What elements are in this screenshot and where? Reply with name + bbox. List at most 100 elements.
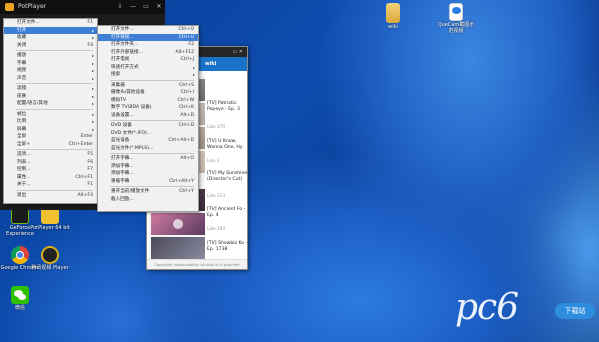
video-title[interactable]: [TV] U Know, Wanna One, Hy [207, 139, 249, 150]
play-icon [173, 219, 183, 229]
submenu-arrow-icon: ▸ [91, 119, 94, 124]
menu-item[interactable]: 数字 TV(BDA 设备) Ctrl+K [98, 104, 198, 112]
menu-item-label: 皮肤 [17, 93, 27, 99]
desktop-icon-wechat[interactable]: 微信 [0, 286, 40, 311]
menu-item-label: 全屏 [17, 134, 27, 139]
menu-item[interactable]: 字幕 ▸ [4, 60, 97, 68]
menu-item[interactable]: 视频 ▸ [4, 67, 97, 75]
desktop-icon-wiki[interactable]: wiki [373, 3, 413, 30]
menu-item-label: 声音 [17, 75, 27, 81]
menu-item[interactable]: 快速打开方式 ▸ [98, 64, 198, 72]
menu-item[interactable]: 关于... F1 [4, 181, 97, 189]
menu-item[interactable]: 采集器 Ctrl+S [98, 82, 198, 90]
menu-item[interactable]: 打开电视 Ctrl+J [98, 56, 198, 64]
video-title[interactable]: [TV] Showbiz Ko - Ep. 1738 [207, 241, 249, 252]
menu-item[interactable]: 重载字幕 Ctrl+Alt+Y [98, 178, 198, 186]
menu-item-label: 打开链接... [111, 34, 134, 40]
desktop-icon-quecam[interactable]: QueCam截图示范视频 [436, 3, 476, 34]
menu-item[interactable]: 添加字幕... [98, 170, 198, 178]
menu-item-label: 截入回放... [111, 196, 134, 202]
menu-item[interactable]: 全屏+ Ctrl+Enter [4, 141, 97, 149]
menu-item-shortcut: Ctrl+K [178, 105, 194, 110]
watermark-text: pc6 [455, 287, 519, 328]
menu-item-shortcut: Alt+D [180, 112, 194, 118]
minimize-icon[interactable]: — [127, 0, 139, 14]
menu-item-label: 选项... [17, 152, 31, 157]
menu-item[interactable]: 控制... F7 [4, 166, 97, 174]
menu-item-label: 属性... [17, 174, 31, 180]
menu-item-shortcut: Ctrl+F1 [75, 174, 93, 180]
menu-item[interactable]: 比例 ▸ [4, 118, 97, 126]
desktop-icon-player[interactable]: 腾讯视频 Player [30, 246, 70, 271]
close-icon[interactable]: ✕ [153, 0, 165, 14]
watermark-badge: 下载站 [555, 303, 595, 319]
menu-item[interactable]: DVD 设备 Ctrl+D [98, 122, 198, 130]
menu-item-label: 打开 [17, 27, 27, 33]
menu-item[interactable]: 模拟TV Ctrl+W [98, 97, 198, 105]
menu-separator [110, 79, 194, 81]
menu-item[interactable]: 屏幕 ▸ [4, 126, 97, 134]
menu-item[interactable]: 皮肤 ▸ [4, 93, 97, 101]
pin-icon[interactable]: ⇩ [114, 0, 126, 14]
menu-item[interactable]: 打开外部链接... Alt+F12 [98, 49, 198, 57]
menu-item-shortcut: Ctrl+W [177, 97, 194, 103]
menu-item[interactable]: 打开文件... Ctrl+O [98, 26, 198, 34]
menu-item[interactable]: 摄像头/其他设备 Ctrl+I [98, 89, 198, 97]
menu-item[interactable]: 选项... F5 [4, 151, 97, 159]
menu-item[interactable]: 打开链接... Ctrl+U [98, 33, 198, 41]
menu-item-label: 打开文件... [111, 27, 134, 32]
submenu-arrow-icon: ▸ [192, 64, 195, 70]
maximize-icon[interactable]: ▭ [140, 0, 152, 14]
menu-item[interactable]: 属性... Ctrl+F1 [4, 174, 97, 182]
menu-item-label: 比例 [17, 119, 27, 124]
video-thumbnail[interactable] [151, 213, 205, 235]
menu-item[interactable]: 添加字幕... [98, 163, 198, 171]
menu-item[interactable]: 截入回放... [98, 196, 198, 204]
menu-item-label: 字幕 [17, 60, 27, 66]
menu-item[interactable]: 打开字幕... Alt+O [98, 155, 198, 163]
open-submenu: 打开文件... Ctrl+O 打开链接... Ctrl+U 打开文件夹... F2 打开外部… [97, 25, 199, 212]
title-bar[interactable]: PotPlayer ⇩ — ▭ ✕ [0, 0, 165, 14]
menu-item-label: 配置/语言/其他 [17, 101, 48, 106]
menu-item[interactable]: 帧位 ▸ [4, 111, 97, 119]
menu-item[interactable]: DVD 文件(*.IFO)... [98, 130, 198, 138]
menu-item-label: DVD 文件(*.IFO)... [111, 130, 152, 136]
menu-item-shortcut: Alt+O [180, 156, 194, 161]
menu-item[interactable]: 播放 ▸ [4, 52, 97, 60]
menu-item-label: 打开文件... [17, 20, 40, 25]
video-title[interactable]: [TV] My Sunshine (Director's Cut) [207, 171, 249, 182]
menu-item[interactable]: 退出 Alt+F4 [4, 192, 97, 200]
video-title[interactable]: [TV] Patriotic Popeye - Ep. 3 [207, 101, 249, 112]
menu-item-shortcut: Ctrl+Alt+D [168, 138, 194, 143]
menu-item[interactable]: 全屏 Enter [4, 133, 97, 141]
menu-item[interactable]: 列表... F6 [4, 159, 97, 167]
menu-item[interactable]: 关闭 F4 [4, 42, 97, 50]
menu-item-label: 列表... [17, 159, 31, 165]
menu-item[interactable]: 打开文件夹... F2 [98, 41, 198, 49]
menu-item-label: 收藏 [17, 35, 27, 40]
menu-item[interactable]: 打开 ▸ [4, 26, 97, 34]
menu-item-shortcut: Ctrl+J [180, 57, 194, 62]
video-title[interactable]: [TV] Ancient Fo - Ep. 4 [207, 207, 249, 218]
menu-item-label: 添加字幕... [111, 171, 134, 176]
menu-item[interactable]: 打开文件... F1 [4, 19, 97, 27]
desktop-icon-label: 微信 [14, 305, 25, 311]
video-thumbnail[interactable] [151, 237, 205, 259]
menu-item[interactable]: 搜索 ▸ [98, 71, 198, 79]
menu-item-label: 帧位 [17, 111, 27, 117]
menu-item-label: 关闭 [17, 42, 27, 48]
submenu-arrow-icon: ▸ [91, 53, 94, 58]
menu-item[interactable]: 配置/语言/其他 ▸ [4, 100, 97, 108]
menu-item[interactable]: 设备设置... Alt+D [98, 112, 198, 120]
menu-item-label: 打开文件夹... [111, 42, 139, 47]
chrome-icon [11, 246, 29, 264]
menu-item[interactable]: 蓝光文件(*.MPLS)... [98, 145, 198, 153]
menu-item[interactable]: 蓝光设备 Ctrl+Alt+D [98, 137, 198, 145]
menu-item-shortcut: Ctrl+Y [179, 189, 194, 194]
menu-item[interactable]: 滤镜 ▸ [4, 85, 97, 93]
menu-item[interactable]: 重开当前/播放文件 Ctrl+Y [98, 188, 198, 196]
menu-item-shortcut: F1 [87, 20, 93, 25]
menu-separator [110, 120, 194, 121]
menu-item[interactable]: 声音 ▸ [4, 75, 97, 83]
menu-item[interactable]: 收藏 ▸ [4, 34, 97, 42]
